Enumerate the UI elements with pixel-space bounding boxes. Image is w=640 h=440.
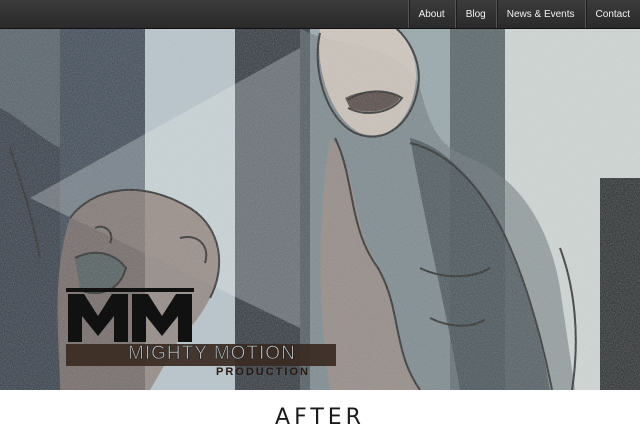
logo-sub-text: PRODUCTION xyxy=(216,366,310,378)
mighty-motion-logo: MIGHTY MOTION PRODUCTION xyxy=(66,286,336,380)
hero-image: MIGHTY MOTION PRODUCTION xyxy=(0,28,640,390)
top-navigation-bar: About Blog News & Events Contact xyxy=(0,0,640,29)
mm-monogram-icon xyxy=(66,288,194,342)
nav-news-events-link[interactable]: News & Events xyxy=(495,0,585,28)
nav-blog-link[interactable]: Blog xyxy=(454,0,496,28)
main-nav: About Blog News & Events Contact xyxy=(407,0,640,28)
nav-contact-link[interactable]: Contact xyxy=(584,0,640,28)
after-caption: AFTER xyxy=(275,405,365,430)
logo-name-text: MIGHTY MOTION xyxy=(128,343,296,365)
nav-about-link[interactable]: About xyxy=(407,0,455,28)
